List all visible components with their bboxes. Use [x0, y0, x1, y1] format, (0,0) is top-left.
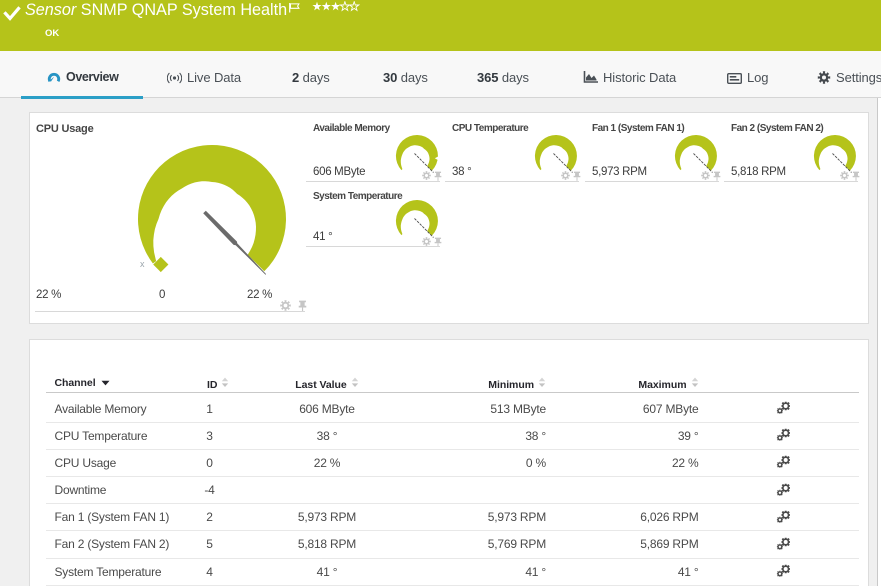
svg-text:x: x — [140, 259, 145, 269]
